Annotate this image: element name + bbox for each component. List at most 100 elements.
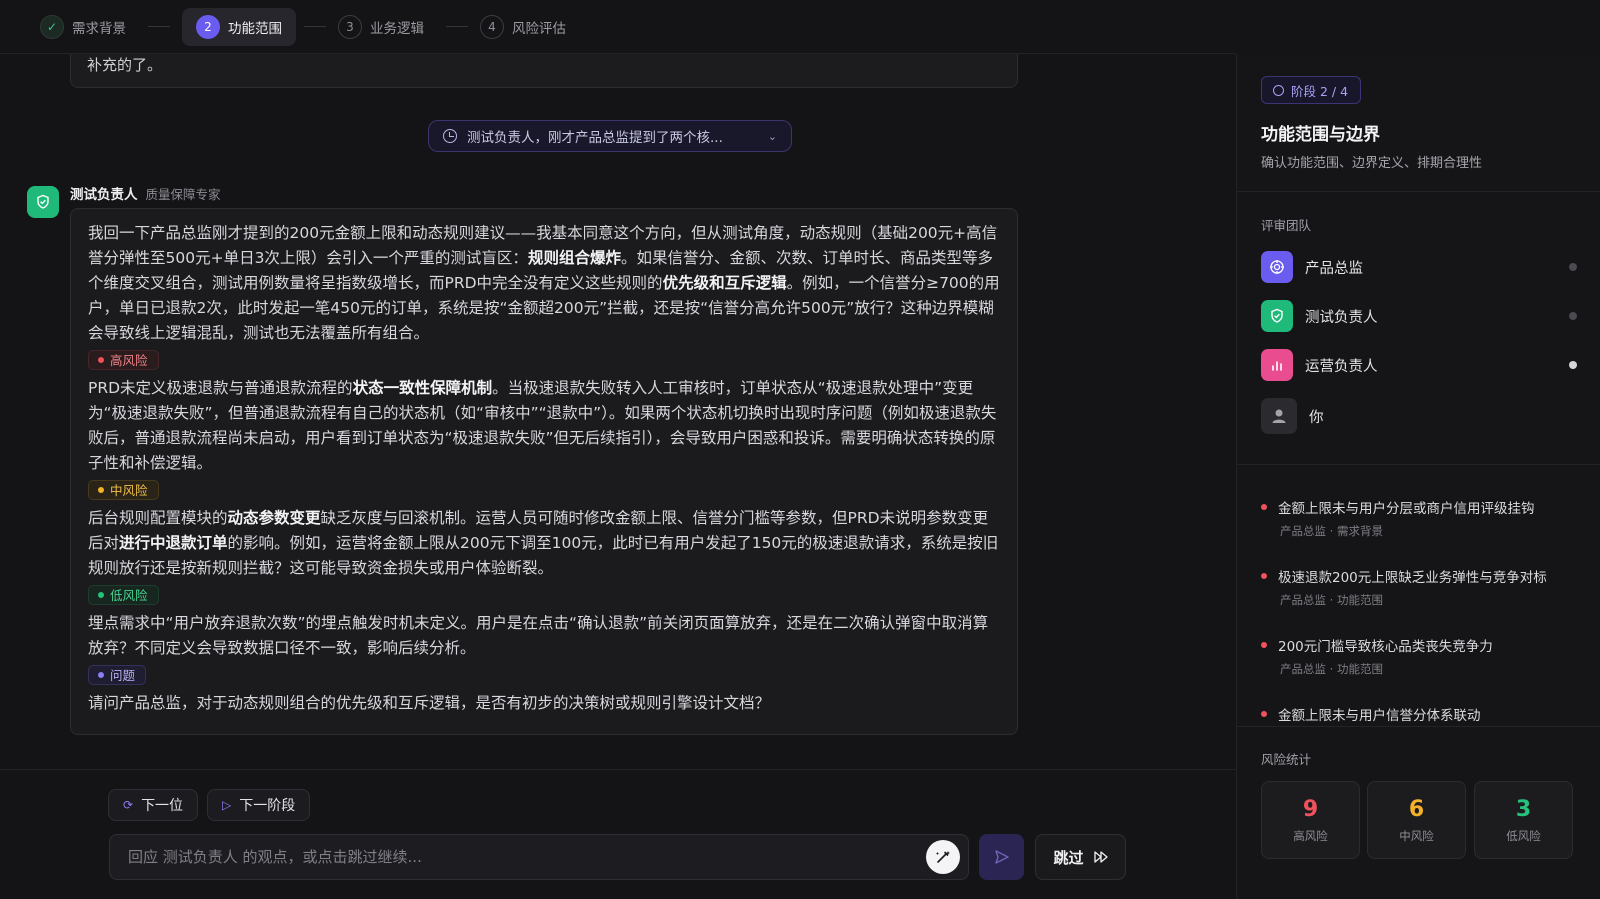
button-label: 跳过 <box>1053 848 1084 867</box>
bold-text: 进行中退款订单 <box>119 534 228 552</box>
next-speaker-button[interactable]: ⟳ 下一位 <box>108 789 199 821</box>
send-icon <box>994 850 1009 864</box>
risk-count: 6 <box>1408 796 1425 822</box>
stage-subtitle: 确认功能范围、边界定义、排期合理性 <box>1261 156 1483 171</box>
member-name: 测试负责人 <box>1305 309 1378 326</box>
chat-thread[interactable]: 补充的了。 测试负责人，刚才产品总监提到了两个核... ⌄ 测试负责人 质量保障… <box>0 54 1236 769</box>
user-icon <box>1272 409 1286 423</box>
skip-button[interactable]: 跳过 <box>1035 834 1126 880</box>
status-dot <box>1569 312 1577 320</box>
issue-title: 金额上限未与用户信誉分体系联动 <box>1278 708 1481 724</box>
issue-item[interactable]: 极速退款200元上限缺乏业务弹性与竞争对标 产品总监 · 功能范围 <box>1261 566 1577 608</box>
quoted-context-text: 测试负责人，刚才产品总监提到了两个核... <box>467 130 723 146</box>
reply-input[interactable] <box>128 848 926 866</box>
text-run: PRD未定义极速退款与普通退款流程的 <box>88 379 353 397</box>
stage-title: 功能范围与边界 <box>1261 125 1380 145</box>
message-paragraph: 后台规则配置模块的动态参数变更缺乏灰度与回滚机制。运营人员可随时修改金额上限、信… <box>88 506 1001 581</box>
tag-label: 问题 <box>110 667 136 683</box>
divider <box>1237 191 1600 192</box>
step-number: 4 <box>480 14 504 39</box>
message-paragraph: 请问产品总监，对于动态规则组合的优先级和互斥逻辑，是否有初步的决策树或规则引擎设… <box>88 694 771 712</box>
step-requirements-background[interactable]: ✓ 需求背景 <box>40 8 140 46</box>
reply-input-box[interactable] <box>109 834 969 880</box>
risk-label: 高风险 <box>1293 828 1328 843</box>
issue-meta: 产品总监 · 需求背景 <box>1280 524 1383 538</box>
member-name: 产品总监 <box>1305 260 1363 277</box>
step-label: 功能范围 <box>228 20 282 37</box>
target-icon <box>1270 260 1284 274</box>
refresh-icon: ⟳ <box>123 798 134 812</box>
step-number: 3 <box>338 14 362 39</box>
risk-dot-icon <box>1261 573 1267 579</box>
medium-risk-tag: 中风险 <box>88 480 159 500</box>
send-button[interactable] <box>979 834 1024 880</box>
dot-icon <box>98 672 104 678</box>
step-label: 业务逻辑 <box>370 20 424 37</box>
step-separator <box>446 26 468 27</box>
tag-label: 高风险 <box>110 352 148 368</box>
issue-title: 极速退款200元上限缺乏业务弹性与竞争对标 <box>1278 570 1547 586</box>
shield-check-icon <box>37 194 49 209</box>
avatar <box>27 186 59 218</box>
fast-forward-icon <box>1093 851 1108 863</box>
issue-meta: 产品总监 · 功能范围 <box>1280 593 1383 607</box>
composer: ⟳ 下一位 ▷ 下一阶段 跳过 <box>0 769 1236 899</box>
member-operations-lead[interactable]: 运营负责人 <box>1261 349 1577 381</box>
step-risk-assessment[interactable]: 4 风险评估 <box>480 8 580 46</box>
message-paragraph: 埋点需求中“用户放弃退款次数”的埋点触发时机未定义。用户是在点击“确认退款”前关… <box>88 614 989 657</box>
issue-meta: 产品总监 · 功能范围 <box>1280 662 1383 676</box>
member-you[interactable]: 你 <box>1261 398 1577 434</box>
bold-text: 状态一致性保障机制 <box>352 379 493 397</box>
stage-badge-label: 阶段 2 / 4 <box>1291 83 1349 99</box>
speaker-header: 测试负责人 质量保障专家 <box>70 183 221 203</box>
text-run: 后台规则配置模块的 <box>88 509 228 527</box>
step-label: 需求背景 <box>72 20 126 37</box>
low-risk-count-card: 3 低风险 <box>1474 781 1573 859</box>
step-separator <box>304 26 326 27</box>
tag-label: 低风险 <box>110 587 148 603</box>
issue-item[interactable]: 200元门槛导致核心品类丧失竞争力 产品总监 · 功能范围 <box>1261 635 1577 677</box>
team-section-label: 评审团队 <box>1261 218 1312 233</box>
medium-risk-count-card: 6 中风险 <box>1367 781 1466 859</box>
button-label: 下一阶段 <box>239 798 296 814</box>
member-name: 你 <box>1309 409 1324 426</box>
step-business-logic[interactable]: 3 业务逻辑 <box>338 8 438 46</box>
step-number: 2 <box>196 14 220 39</box>
dot-icon <box>98 592 104 598</box>
previous-message-text: 补充的了。 <box>87 56 163 74</box>
risk-count: 9 <box>1302 796 1319 822</box>
magic-wand-icon <box>936 851 950 863</box>
avatar <box>1261 300 1293 332</box>
issue-item[interactable]: 金额上限未与用户信誉分体系联动 <box>1261 704 1577 724</box>
message-paragraph: 我回一下产品总监刚才提到的200元金额上限和动态规则建议——我基本同意这个方向，… <box>88 221 1001 346</box>
stage-stepper: ✓ 需求背景 2 功能范围 3 业务逻辑 4 风险评估 <box>0 0 1236 54</box>
risk-label: 低风险 <box>1506 828 1541 843</box>
button-label: 下一位 <box>141 798 184 814</box>
next-stage-button[interactable]: ▷ 下一阶段 <box>207 789 311 821</box>
risk-dot-icon <box>1261 642 1267 648</box>
dot-icon <box>98 357 104 363</box>
risk-label: 中风险 <box>1399 828 1434 843</box>
circle-icon <box>1273 84 1284 96</box>
high-risk-tag: 高风险 <box>88 350 159 370</box>
clock-icon <box>443 129 457 143</box>
tag-label: 中风险 <box>110 482 148 498</box>
step-feature-scope[interactable]: 2 功能范围 <box>182 7 296 46</box>
risk-dot-icon <box>1261 711 1267 717</box>
shield-check-icon <box>1271 308 1283 323</box>
quoted-context-toggle[interactable]: 测试负责人，刚才产品总监提到了两个核... ⌄ <box>428 120 792 152</box>
check-icon: ✓ <box>40 14 64 39</box>
ai-assist-button[interactable] <box>926 840 960 874</box>
chevron-down-icon: ⌄ <box>767 129 777 143</box>
bar-chart-icon <box>1272 361 1282 371</box>
avatar <box>1261 398 1297 434</box>
low-risk-tag: 低风险 <box>88 585 159 605</box>
member-test-lead[interactable]: 测试负责人 <box>1261 300 1577 332</box>
bold-text: 优先级和互斥逻辑 <box>662 274 787 292</box>
dot-icon <box>98 487 104 493</box>
issue-item[interactable]: 金额上限未与用户分层或商户信用评级挂钩 产品总监 · 需求背景 <box>1261 497 1577 539</box>
bold-text: 规则组合爆炸 <box>527 249 621 267</box>
risk-count: 3 <box>1515 796 1532 822</box>
member-product-director[interactable]: 产品总监 <box>1261 251 1577 283</box>
question-tag: 问题 <box>88 665 147 685</box>
